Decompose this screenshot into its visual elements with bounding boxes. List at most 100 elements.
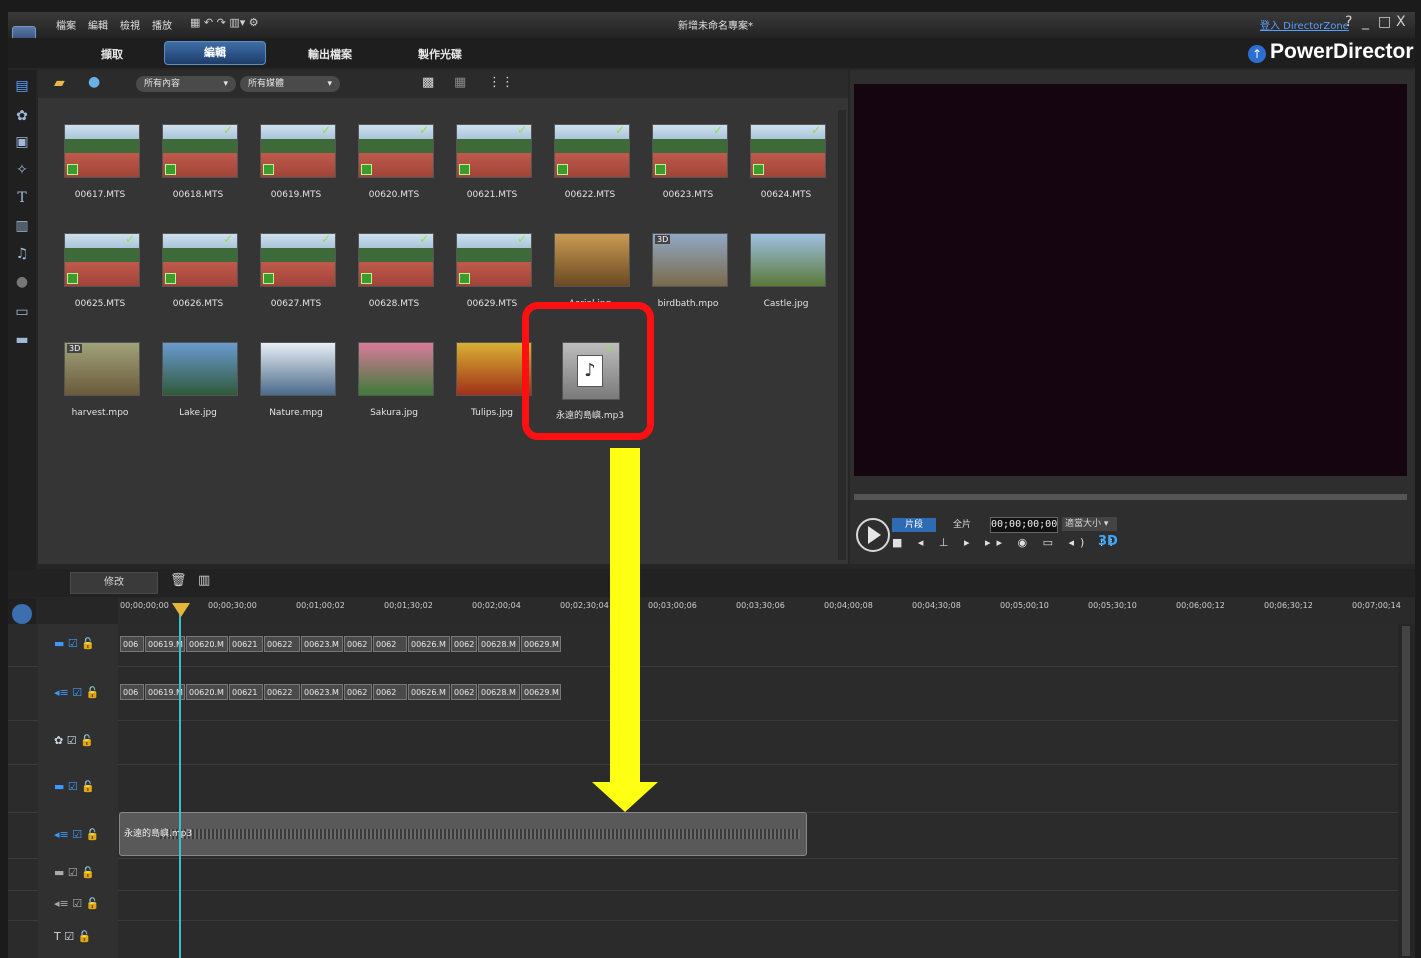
timeline-scrollbar[interactable] xyxy=(1402,626,1410,956)
title-room-icon[interactable]: T xyxy=(12,188,32,208)
tab-clip-mode[interactable]: 片段 xyxy=(892,518,936,532)
tab-produce[interactable]: 輸出檔案 xyxy=(302,46,358,62)
library-item[interactable]: ✓ 00622.MTS xyxy=(544,124,636,224)
audio-clip[interactable]: 0062 xyxy=(451,684,477,700)
chapter-room-icon[interactable]: ▭ xyxy=(12,302,32,322)
audio-clip[interactable]: 00620.M xyxy=(186,684,228,700)
video-clip[interactable]: 006 xyxy=(120,636,144,652)
library-item[interactable]: ✓ 00623.MTS xyxy=(642,124,734,224)
close-button[interactable]: X xyxy=(1396,14,1406,30)
menu-play[interactable]: 播放 xyxy=(152,17,172,32)
video-clip[interactable]: 00626.M xyxy=(408,636,450,652)
library-item[interactable]: ✓ 00624.MTS xyxy=(740,124,832,224)
playhead-line[interactable] xyxy=(179,608,181,958)
library-item[interactable]: Nature.mpg xyxy=(250,342,342,442)
subtitle-room-icon[interactable]: ▬ xyxy=(12,330,32,350)
thumbnail-trees xyxy=(163,248,237,262)
library-view-icon[interactable]: ▦ xyxy=(454,75,466,90)
library-item[interactable]: Lake.jpg xyxy=(152,342,244,442)
quick-toolbar-icons[interactable]: ▦ ↶ ↷ ▥▾ ⚙ xyxy=(190,16,259,29)
tab-movie-mode[interactable]: 全片 xyxy=(942,518,982,532)
library-item[interactable]: 00617.MTS xyxy=(54,124,146,224)
audio-mixing-room-icon[interactable]: ♫ xyxy=(12,244,32,264)
in-use-check-icon: ✓ xyxy=(516,124,527,137)
library-item[interactable]: ✓ 00620.MTS xyxy=(348,124,440,224)
video-clip[interactable]: 00620.M xyxy=(186,636,228,652)
transition-room-icon[interactable]: ▥ xyxy=(12,216,32,236)
media-room-icon[interactable]: ▤ xyxy=(12,76,32,96)
zoom-select[interactable]: 適當大小 ▾ xyxy=(1062,517,1117,531)
video-clip[interactable]: 0062 xyxy=(373,636,407,652)
library-item-label: 00617.MTS xyxy=(74,190,126,200)
menu-view[interactable]: 檢視 xyxy=(120,17,140,32)
minimize-button[interactable]: _ xyxy=(1362,14,1369,30)
pip-room-icon[interactable]: ▣ xyxy=(12,132,32,152)
seek-bar[interactable] xyxy=(854,494,1407,500)
video-clip[interactable]: 00621 xyxy=(229,636,263,652)
storyboard-icon[interactable]: ▩ xyxy=(422,75,434,90)
library-item[interactable]: Castle.jpg xyxy=(740,233,832,333)
in-use-check-icon: ✓ xyxy=(320,124,331,137)
grid-view-icon[interactable]: ⋮⋮ xyxy=(488,75,514,90)
video-clip-icon xyxy=(557,164,568,175)
title-bar: 檔案 編輯 檢視 播放 ▦ ↶ ↷ ▥▾ ⚙ 新增未命名專案* 登入 Direc… xyxy=(8,12,1415,38)
audio-waveform xyxy=(160,829,800,839)
effect-room-icon[interactable]: ✿ xyxy=(12,106,32,126)
in-use-check-icon: ✓ xyxy=(712,124,723,137)
library-thumbnail: ✓ xyxy=(260,124,336,178)
library-item[interactable]: ✓ 00626.MTS xyxy=(152,233,244,333)
download-globe-icon[interactable]: ● xyxy=(88,74,100,90)
wizard-icon[interactable] xyxy=(12,604,32,624)
audio-clip[interactable]: 00622 xyxy=(264,684,300,700)
tab-edit[interactable]: 編輯 xyxy=(164,41,266,65)
audio-clip[interactable]: 00626.M xyxy=(408,684,450,700)
in-use-check-icon: ✓ xyxy=(222,233,233,246)
tab-capture[interactable]: 擷取 xyxy=(94,46,130,62)
playhead-handle[interactable] xyxy=(172,603,190,617)
audio-clip[interactable]: 0062 xyxy=(344,684,372,700)
modify-button[interactable]: 修改 xyxy=(70,572,158,594)
audio-clip[interactable]: 006 xyxy=(120,684,144,700)
library-item[interactable]: ✓ 00621.MTS xyxy=(446,124,538,224)
timeline-ruler[interactable]: 00;00;00;00 00;00;30;00 00;01;00;02 00;01;3… xyxy=(118,598,1415,624)
video-clip[interactable]: 0062 xyxy=(451,636,477,652)
timecode-display[interactable]: 00;00;00;00 xyxy=(990,517,1058,533)
library-item[interactable]: 3D harvest.mpo xyxy=(54,342,146,442)
library-item[interactable]: ✓ 00627.MTS xyxy=(250,233,342,333)
library-item[interactable]: ✓ 00625.MTS xyxy=(54,233,146,333)
audio-clip[interactable]: 00621 xyxy=(229,684,263,700)
library-item[interactable]: 3D birdbath.mpo xyxy=(642,233,734,333)
voiceover-room-icon[interactable]: ● xyxy=(12,272,32,292)
video-clip[interactable]: 0062 xyxy=(344,636,372,652)
3d-mode-button[interactable]: 3D xyxy=(1098,534,1118,549)
particle-room-icon[interactable]: ✧ xyxy=(12,160,32,180)
music-clip[interactable]: 永遠的島嶼.mp3 xyxy=(119,812,807,856)
audio-clip[interactable]: 00623.M xyxy=(301,684,343,700)
media-filter-dropdown[interactable]: 所有媒體 ▾ xyxy=(240,76,340,92)
library-scrollbar[interactable] xyxy=(838,110,846,560)
delete-icon[interactable]: 🗑 xyxy=(170,573,187,588)
video-clip[interactable]: 00622 xyxy=(264,636,300,652)
menu-edit[interactable]: 編輯 xyxy=(88,17,108,32)
library-item[interactable]: ✓ 00619.MTS xyxy=(250,124,342,224)
library-item[interactable]: Sakura.jpg xyxy=(348,342,440,442)
tab-create-disc[interactable]: 製作光碟 xyxy=(412,46,468,62)
video-clip[interactable]: 00628.M xyxy=(478,636,520,652)
video-clip[interactable]: 00629.M xyxy=(521,636,561,652)
playback-controls[interactable]: ■ ◂ ⊥ ▸ ▸▸ ◉ ▭ ◂) ⁞⁞ xyxy=(892,536,1119,549)
audio-clip[interactable]: 0062 xyxy=(373,684,407,700)
import-folder-icon[interactable]: ▰ xyxy=(54,75,65,91)
split-icon[interactable]: ▥ xyxy=(198,573,210,588)
directorzone-login-link[interactable]: 登入 DirectorZone xyxy=(1260,17,1349,32)
library-item[interactable]: ✓ 00628.MTS xyxy=(348,233,440,333)
audio-clip[interactable]: 00628.M xyxy=(478,684,520,700)
audio-clip[interactable]: 00629.M xyxy=(521,684,561,700)
library-item[interactable]: ✓ 00618.MTS xyxy=(152,124,244,224)
effect-track-icon: ✿ ☑ 🔓 xyxy=(54,734,94,747)
help-button[interactable]: ? xyxy=(1345,14,1352,30)
content-filter-dropdown[interactable]: 所有內容 ▾ xyxy=(136,76,236,92)
play-button[interactable] xyxy=(856,518,890,552)
video-clip[interactable]: 00623.M xyxy=(301,636,343,652)
restore-button[interactable]: □ xyxy=(1378,14,1391,30)
menu-file[interactable]: 檔案 xyxy=(56,17,76,32)
